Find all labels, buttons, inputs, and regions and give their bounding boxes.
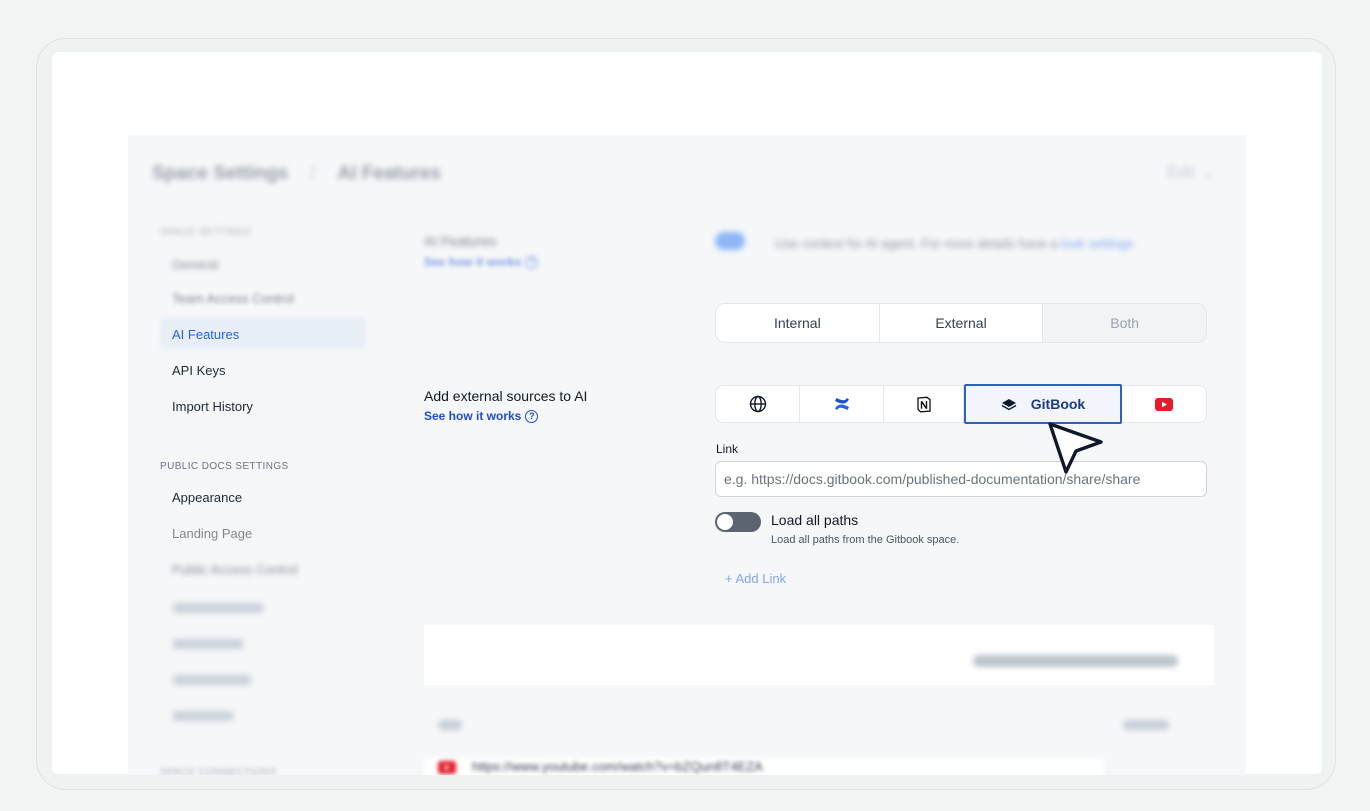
sidebar-item-ai-features[interactable]: AI Features <box>172 327 239 342</box>
external-sources-title: Add external sources to AI <box>424 388 588 404</box>
sidebar-item-public-access[interactable]: Public Access Control <box>172 562 298 577</box>
ai-features-toggle[interactable] <box>715 232 745 250</box>
sidebar-item-api-keys[interactable]: API Keys <box>172 363 225 378</box>
sidebar-item-general[interactable]: General <box>172 257 218 272</box>
page-title: AI Features <box>337 163 441 184</box>
sidebar-section-space: SPACE SETTINGS <box>160 227 252 238</box>
breadcrumb: Space Settings / AI Features <box>152 163 441 185</box>
sidebar-placeholder-2 <box>172 639 244 649</box>
breadcrumb-separator: / <box>310 163 316 184</box>
notion-icon <box>916 396 931 412</box>
mouse-cursor-icon <box>1048 422 1103 474</box>
see-how-label[interactable]: See how it works <box>424 409 521 423</box>
visibility-segmented-control: Internal External Both <box>715 303 1207 343</box>
source-web-button[interactable] <box>716 386 800 422</box>
gitbook-icon <box>1001 399 1017 411</box>
youtube-icon <box>1155 397 1173 411</box>
source-youtube-button[interactable] <box>1122 386 1206 422</box>
ai-features-description: Use context for AI agent. For more detai… <box>775 233 1155 255</box>
breadcrumb-parent[interactable]: Space Settings <box>152 163 288 185</box>
table-header-placeholder <box>973 655 1178 667</box>
sidebar-item-team-access[interactable]: Team Access Control <box>172 291 294 306</box>
source-type-selector: GitBook <box>715 384 1207 424</box>
sidebar-item-landing-page[interactable]: Landing Page <box>172 526 252 541</box>
sidebar-placeholder-3 <box>172 675 252 685</box>
table-row[interactable]: https://www.youtube.com/watch?v=bZQun8T4… <box>424 757 1104 775</box>
add-link-button[interactable]: + Add Link <box>725 571 786 586</box>
ai-features-description-text: Use context for AI agent. For more detai… <box>775 236 1058 251</box>
tab-both[interactable]: Both <box>1043 304 1206 342</box>
link-label: Link <box>716 442 739 456</box>
ai-features-settings-link[interactable]: look settings <box>1061 236 1133 251</box>
tab-external[interactable]: External <box>880 304 1044 342</box>
toggle-knob <box>717 514 733 530</box>
source-confluence-button[interactable] <box>800 386 884 422</box>
sidebar-section-connections: SPACE CONNECTIONS <box>160 767 277 775</box>
sidebar-item-appearance[interactable]: Appearance <box>172 490 242 505</box>
ai-features-see-how-link[interactable]: See how it works ? <box>424 255 539 269</box>
load-all-paths-toggle[interactable] <box>715 512 761 532</box>
header-right[interactable]: Edit ⌄ <box>1167 163 1216 183</box>
sidebar-section-public: PUBLIC DOCS SETTINGS <box>160 461 289 472</box>
ai-features-title: AI Features <box>424 233 497 249</box>
tab-internal[interactable]: Internal <box>716 304 880 342</box>
help-circle-icon: ? <box>525 255 539 269</box>
link-input[interactable] <box>715 461 1207 497</box>
sidebar-placeholder-4 <box>172 711 234 721</box>
source-notion-button[interactable] <box>884 386 964 422</box>
external-sources-see-how-link[interactable]: See how it works ? <box>424 409 539 423</box>
help-circle-icon: ? <box>525 409 539 423</box>
load-all-paths-description: Load all paths from the Gitbook space. <box>771 534 960 546</box>
source-gitbook-button[interactable]: GitBook <box>964 384 1122 424</box>
header-right-label[interactable]: Edit <box>1167 164 1195 182</box>
youtube-icon <box>438 761 456 774</box>
globe-icon <box>749 395 766 413</box>
table-column-placeholder-left <box>438 720 462 730</box>
table-row-url[interactable]: https://www.youtube.com/watch?v=bZQun8T4… <box>472 759 763 774</box>
sidebar-item-import-history[interactable]: Import History <box>172 399 253 414</box>
sidebar: SPACE SETTINGS General Team Access Contr… <box>128 215 378 775</box>
see-how-label[interactable]: See how it works <box>424 255 521 269</box>
table-column-placeholder-right <box>1123 720 1169 730</box>
gitbook-label: GitBook <box>1030 396 1086 412</box>
sidebar-placeholder-1 <box>172 603 264 613</box>
load-all-paths-title: Load all paths <box>771 512 859 528</box>
confluence-icon <box>834 398 849 410</box>
chevron-down-icon: ⌄ <box>1202 165 1216 182</box>
